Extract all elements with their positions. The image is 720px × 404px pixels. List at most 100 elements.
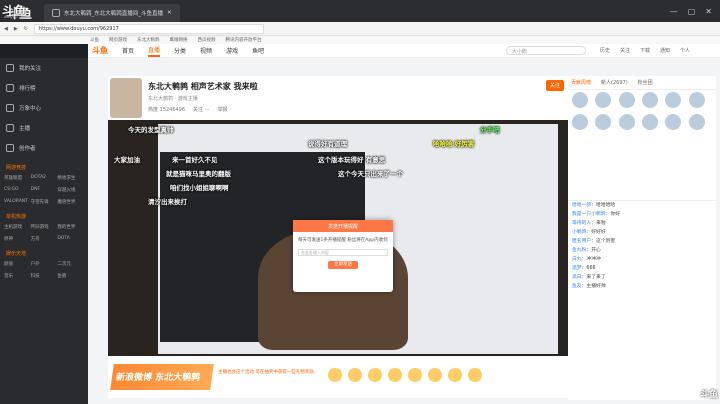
category-link[interactable]: 英雄联盟: [4, 175, 31, 181]
maximize-icon[interactable]: ▢: [688, 7, 696, 16]
streamer-avatar[interactable]: [110, 78, 142, 118]
bookmark[interactable]: 腾讯内容开放平台: [226, 37, 262, 43]
avatar[interactable]: [688, 114, 705, 130]
avatar[interactable]: [572, 114, 588, 130]
avatar[interactable]: [595, 114, 612, 130]
video-player[interactable]: 发送开播提醒 每天可发送1条开播提醒 粉丝将在App内收到 在此处输入内容 立即…: [108, 120, 568, 356]
minimize-icon[interactable]: —: [670, 7, 678, 16]
close-icon[interactable]: ✕: [167, 10, 172, 16]
avatar[interactable]: [665, 92, 682, 108]
bookmark[interactable]: 东北大鹌鹑: [137, 37, 160, 43]
category-link[interactable]: VALORANT: [4, 199, 31, 205]
sidebar-item[interactable]: 排行榜: [0, 78, 88, 98]
chat-message: 黑白：来了来了: [572, 275, 606, 280]
send-button[interactable]: 立即发送: [328, 261, 358, 269]
follow-button[interactable]: 关注: [545, 80, 564, 91]
gift-icon[interactable]: [468, 368, 482, 382]
gift-icon[interactable]: [428, 368, 442, 382]
sidebar: 我的关注 排行榜 万象中心 主播 创作者 网游竞技 英雄联盟 DOTA2 绝地求…: [0, 58, 88, 404]
gift-icon[interactable]: [328, 368, 342, 382]
refresh-icon[interactable]: ↻: [24, 26, 28, 32]
category-link[interactable]: 守望先锋: [31, 199, 58, 205]
chat-message: 白丸：冲冲冲: [572, 257, 601, 262]
danmaku: 清汐出来挨打: [148, 198, 187, 206]
category-link[interactable]: 二次元: [57, 261, 84, 267]
category-link[interactable]: DOTA: [57, 236, 84, 242]
nav-item[interactable]: 鱼吧: [252, 46, 264, 55]
avatar[interactable]: [642, 114, 658, 130]
chat-message: 我是一只小鹌鹑：你好: [572, 212, 621, 217]
category-link[interactable]: 绝地求生: [57, 175, 84, 181]
bookmark[interactable]: 网页游戏: [109, 37, 127, 43]
room-meta[interactable]: 举报: [218, 106, 228, 113]
watermark-logo: 斗鱼: [699, 390, 718, 400]
category-link[interactable]: 鱼教: [57, 273, 84, 279]
avatar[interactable]: [688, 92, 705, 108]
gift-icon[interactable]: [448, 368, 462, 382]
sidebar-item[interactable]: 主播: [0, 118, 88, 138]
history-icon[interactable]: 历史: [600, 47, 610, 54]
nav-item[interactable]: 分类: [174, 46, 186, 55]
avatar[interactable]: [665, 114, 682, 130]
chat-message: 鱼丸粉：开心: [572, 248, 601, 253]
gift-icon[interactable]: [408, 368, 422, 382]
url-field[interactable]: https://www.douyu.com/962917: [33, 23, 264, 34]
category-link[interactable]: DNF: [31, 187, 58, 193]
center-icon: [6, 104, 14, 112]
tab-fans[interactable]: 粉丝团: [638, 79, 653, 86]
chat-panel: 哈哈一鸽：哈哈哈哈 我是一只小鹌鹑：你好 等待的人：来啦 小鹌鹑：好好好 匿名用…: [568, 200, 716, 400]
danmaku: 分手吧: [480, 126, 500, 134]
category-link[interactable]: 我的世界: [57, 224, 84, 230]
sidebar-item[interactable]: 万象中心: [0, 98, 88, 118]
category-link[interactable]: 科技: [31, 273, 58, 279]
category-link[interactable]: 方舟: [31, 236, 58, 242]
bookmark[interactable]: 斗鱼: [90, 37, 99, 43]
gift-icon[interactable]: [368, 368, 382, 382]
browser-tab[interactable]: 东北大鹌鹑_东北大鹌鹑直播间_斗鱼直播 ✕: [44, 4, 180, 22]
danmaku: 咱们找小姐姐聊啊啊: [170, 184, 229, 192]
window-close-icon[interactable]: ✕: [705, 7, 712, 16]
category-link[interactable]: 怀旧游戏: [31, 224, 58, 230]
avatar[interactable]: [618, 92, 635, 108]
promo-banner[interactable]: 新浪微博 东北大鹌鹑: [110, 364, 214, 390]
back-icon[interactable]: ◀: [4, 26, 8, 32]
category-link[interactable]: 原神: [4, 236, 31, 242]
avatar[interactable]: [618, 114, 635, 130]
nav-item[interactable]: 视频: [200, 46, 212, 55]
forward-icon[interactable]: ▶: [14, 26, 18, 32]
category-link[interactable]: 魔兽世界: [57, 199, 84, 205]
category-link[interactable]: 穿越火线: [57, 187, 84, 193]
download-icon[interactable]: 下载: [640, 47, 650, 54]
gift-icon[interactable]: [388, 368, 402, 382]
search-input[interactable]: 大小鹅: [505, 46, 586, 55]
chat-message: 鱼友：主播好帅: [572, 284, 606, 289]
nav-item-live[interactable]: 直播: [148, 45, 161, 57]
room-meta: 关注 ⋯: [193, 107, 210, 113]
category-link[interactable]: 主机游戏: [4, 224, 31, 230]
anchor-icon: [6, 124, 14, 132]
sidebar-section-title: 单机热游: [6, 214, 27, 220]
sidebar-item[interactable]: 我的关注: [0, 58, 88, 78]
category-link[interactable]: 户外: [31, 261, 58, 267]
category-link[interactable]: 音乐: [4, 273, 31, 279]
gift-icon[interactable]: [348, 368, 362, 382]
user-icon[interactable]: 个人: [680, 47, 690, 54]
sidebar-item[interactable]: 创作者: [0, 138, 88, 158]
bookmark[interactable]: 西瓜视频: [198, 37, 216, 43]
bookmark[interactable]: 鹰眼网络: [170, 37, 188, 43]
nav-item[interactable]: 首页: [122, 46, 134, 55]
category-link[interactable]: 颜值: [4, 261, 31, 267]
notification-icon[interactable]: 通知: [660, 47, 670, 54]
nav-item[interactable]: 游戏: [226, 46, 238, 55]
avatar[interactable]: [572, 92, 588, 108]
dialog-input[interactable]: 在此处输入内容: [298, 249, 388, 256]
room-meta: 热度 15246496: [148, 107, 186, 113]
follow-icon[interactable]: 关注: [620, 47, 630, 54]
tab-weekly[interactable]: 贡献周榜: [571, 79, 591, 86]
site-logo[interactable]: 斗鱼: [92, 45, 108, 56]
category-link[interactable]: CS:GO: [4, 187, 31, 193]
avatar[interactable]: [595, 92, 612, 108]
category-link[interactable]: DOTA2: [31, 175, 58, 181]
tab-new[interactable]: 新人(2697): [601, 79, 628, 86]
avatar[interactable]: [642, 92, 658, 108]
